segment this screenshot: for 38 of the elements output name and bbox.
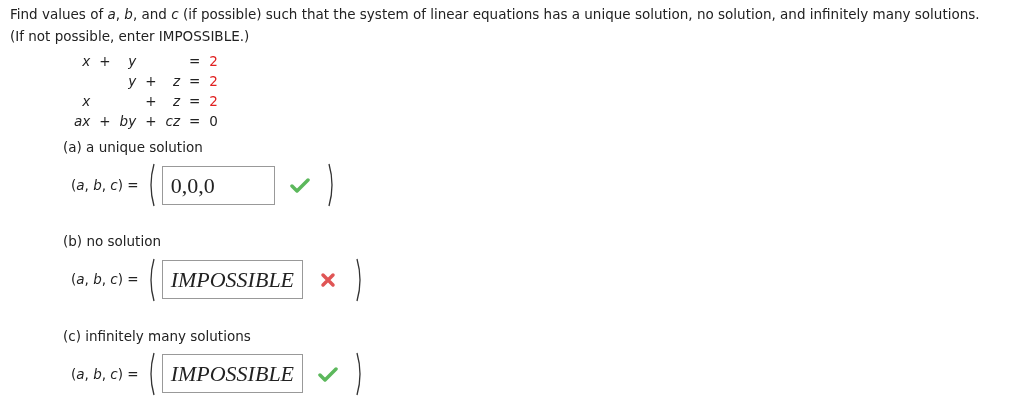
equation-constant: 0	[209, 112, 218, 131]
equation-term: ax	[74, 112, 91, 131]
equation-term: x	[81, 52, 91, 71]
part-label: (c) infinitely many solutions	[63, 326, 252, 346]
right-parenthesis-icon	[356, 257, 364, 302]
left-parenthesis-icon	[147, 257, 155, 302]
equation-term: cz	[165, 112, 180, 131]
answer-field[interactable]: IMPOSSIBLE	[161, 354, 304, 394]
equation-operator: +	[99, 112, 111, 131]
answer-field[interactable]: IMPOSSIBLE	[161, 260, 304, 299]
equation-constant: 2	[209, 92, 218, 111]
part-label: (a) a unique solution	[63, 138, 204, 157]
equation-operator: +	[145, 72, 157, 91]
equation-operator: =	[188, 112, 201, 131]
equation-operator: =	[188, 72, 201, 91]
question-text: Find values of a, b, and c (if possible) such that the system of linear equations has a unique solution, no solution, and infinitely many solutions. (If not possible, enter IMPOSSIBLE.)	[10, 5, 981, 46]
equation-term: by	[119, 112, 137, 131]
equation-term: z	[171, 92, 180, 111]
equation-constant: 2	[209, 52, 218, 71]
equation-operator: =	[188, 92, 201, 111]
left-parenthesis-icon	[147, 351, 155, 396]
equation-operator: +	[99, 52, 111, 71]
answer-prefix: (a, b, c) =	[71, 176, 139, 196]
equation-term: y	[127, 52, 137, 71]
equation-operator: +	[145, 112, 157, 131]
answer-prefix: (a, b, c) =	[71, 364, 139, 384]
equation-operator: +	[145, 92, 157, 111]
right-parenthesis-icon	[356, 351, 364, 396]
equation-constant: 2	[209, 72, 218, 91]
equation-term: y	[127, 72, 137, 91]
equation-operator: =	[188, 52, 201, 71]
left-parenthesis-icon	[147, 163, 155, 208]
answer-prefix: (a, b, c) =	[71, 270, 139, 290]
equation-term: x	[81, 92, 91, 111]
right-parenthesis-icon	[327, 163, 335, 208]
equation-term: z	[171, 72, 180, 91]
part-label: (b) no solution	[63, 232, 162, 252]
answer-field[interactable]: 0,0,0	[161, 165, 275, 205]
